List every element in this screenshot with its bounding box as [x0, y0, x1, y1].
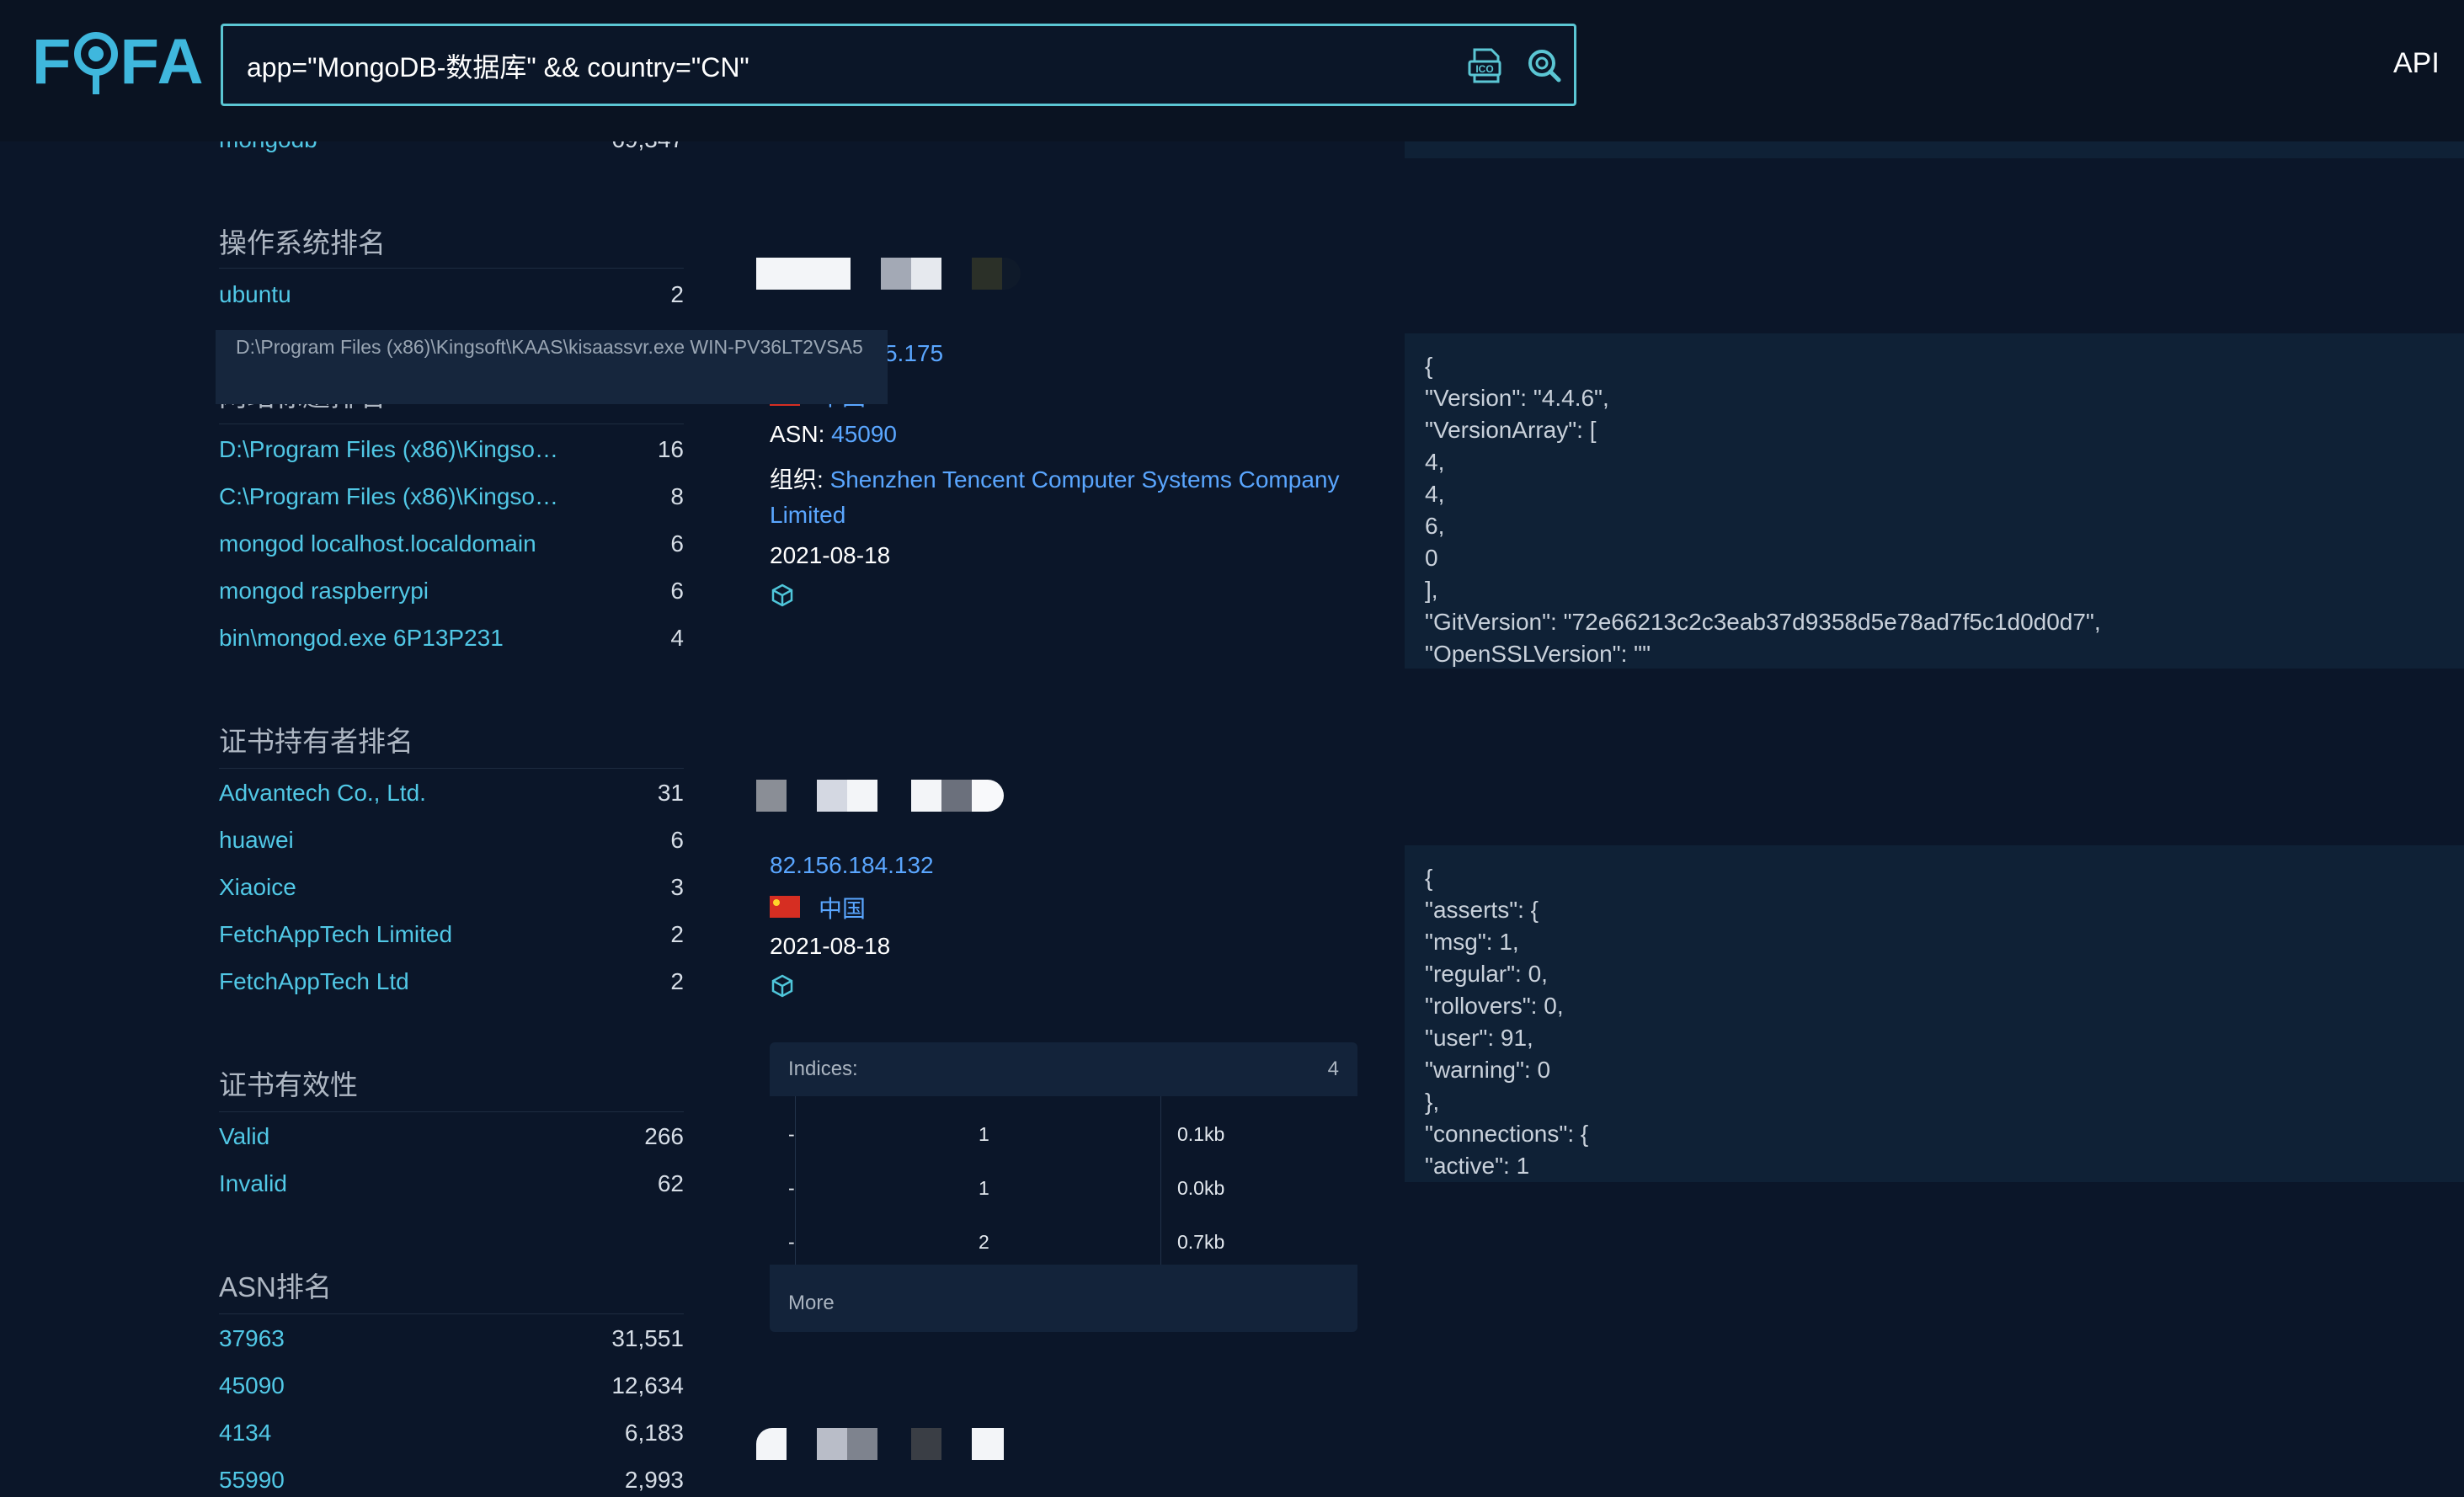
result-date: 2021-08-18 [770, 933, 891, 959]
table-row: 1 [979, 1123, 989, 1145]
table-row: 0.1kb [1177, 1123, 1225, 1145]
country-link[interactable]: 中国 [819, 891, 866, 924]
icon-search-icon[interactable]: ICO [1466, 46, 1505, 85]
stat-row[interactable]: ubuntu 2 [219, 278, 684, 312]
table-row: - [788, 1123, 795, 1145]
asn-rank-title: ASN排名 [219, 1271, 332, 1303]
stat-row[interactable]: 4134 6,183 [219, 1416, 684, 1450]
divider [1160, 1096, 1161, 1265]
stat-row[interactable]: bin\mongod.exe 6P13P231 4 [219, 621, 684, 655]
api-link[interactable]: API [2393, 47, 2440, 80]
svg-text:ICO: ICO [1475, 63, 1493, 75]
stat-row[interactable]: Invalid 62 [219, 1167, 684, 1201]
cube-icon[interactable] [770, 583, 795, 608]
cert-validity-title: 证书有效性 [219, 1069, 358, 1100]
search-icon[interactable] [1525, 46, 1564, 85]
stat-row[interactable]: huawei 6 [219, 823, 684, 857]
cube-icon[interactable] [770, 973, 795, 999]
fofa-logo[interactable]: F FA [32, 24, 205, 99]
result-date: 2021-08-18 [770, 542, 891, 568]
stat-row[interactable]: mongod raspberrypi 6 [219, 574, 684, 608]
asn-field: ASN: 45090 [770, 421, 898, 447]
banner-json: { "Version": "4.4.6", "VersionArray": [ … [1425, 353, 2101, 667]
blurred-host [756, 258, 1021, 290]
blurred-host [756, 1428, 1004, 1460]
stat-row[interactable]: Xiaoice 3 [219, 871, 684, 904]
banner-json-panel[interactable]: { "asserts": { "msg": 1, "regular": 0, "… [1405, 845, 2464, 1182]
table-row: - [788, 1231, 795, 1253]
stat-row[interactable]: 45090 12,634 [219, 1369, 684, 1403]
org-link[interactable]: Limited [770, 502, 845, 528]
divider [219, 1313, 684, 1314]
org-link[interactable]: Shenzhen Tencent Computer Systems Compan… [830, 466, 1340, 493]
search-box[interactable]: ICO [221, 24, 1576, 106]
stat-row[interactable]: Advantech Co., Ltd. 31 [219, 776, 684, 810]
divider [219, 1111, 684, 1112]
cert-holder-rank-title: 证书持有者排名 [219, 726, 413, 757]
table-row: - [788, 1177, 795, 1199]
divider [795, 1096, 796, 1265]
divider [219, 268, 684, 269]
table-row: 0.7kb [1177, 1231, 1225, 1253]
china-flag-icon [770, 896, 800, 918]
top-header: F FA ICO API [0, 0, 2464, 141]
stat-row[interactable]: mongod localhost.localdomain 6 [219, 527, 684, 561]
os-rank-title: 操作系统排名 [219, 227, 386, 258]
stat-row[interactable]: 55990 2,993 [219, 1463, 684, 1497]
indices-body [770, 1096, 1357, 1265]
result-ip-link[interactable]: 82.156.184.132 [770, 852, 934, 879]
stat-row[interactable]: D:\Program Files (x86)\Kingso… 16 [219, 433, 684, 466]
more-link[interactable]: More [788, 1292, 835, 1315]
indices-header: Indices: 4 [788, 1057, 1339, 1080]
banner-json: { "asserts": { "msg": 1, "regular": 0, "… [1425, 865, 1589, 1179]
stat-row[interactable]: Valid 266 [219, 1120, 684, 1153]
indices-table: Indices: 4 - 1 0.1kb - 1 0.0kb - 2 0.7kb… [770, 1042, 1357, 1332]
banner-json-panel[interactable]: { "Version": "4.4.6", "VersionArray": [ … [1405, 333, 2464, 669]
tooltip: D:\Program Files (x86)\Kingsoft\KAAS\kis… [216, 330, 888, 404]
stat-row[interactable]: C:\Program Files (x86)\Kingso… 8 [219, 480, 684, 514]
org-field-cont: Limited [770, 502, 845, 529]
stat-row[interactable]: FetchAppTech Ltd 2 [219, 965, 684, 999]
search-input[interactable] [245, 26, 1427, 105]
logo-pin-icon [72, 24, 120, 99]
asn-link[interactable]: 45090 [831, 421, 897, 447]
stat-row[interactable]: 37963 31,551 [219, 1322, 684, 1356]
table-row: 2 [979, 1231, 989, 1253]
table-row: 0.0kb [1177, 1177, 1225, 1199]
org-field: 组织: Shenzhen Tencent Computer Systems Co… [770, 466, 1340, 493]
blurred-host [756, 780, 1004, 812]
table-row: 1 [979, 1177, 989, 1199]
stat-row[interactable]: FetchAppTech Limited 2 [219, 918, 684, 951]
divider [219, 768, 684, 769]
